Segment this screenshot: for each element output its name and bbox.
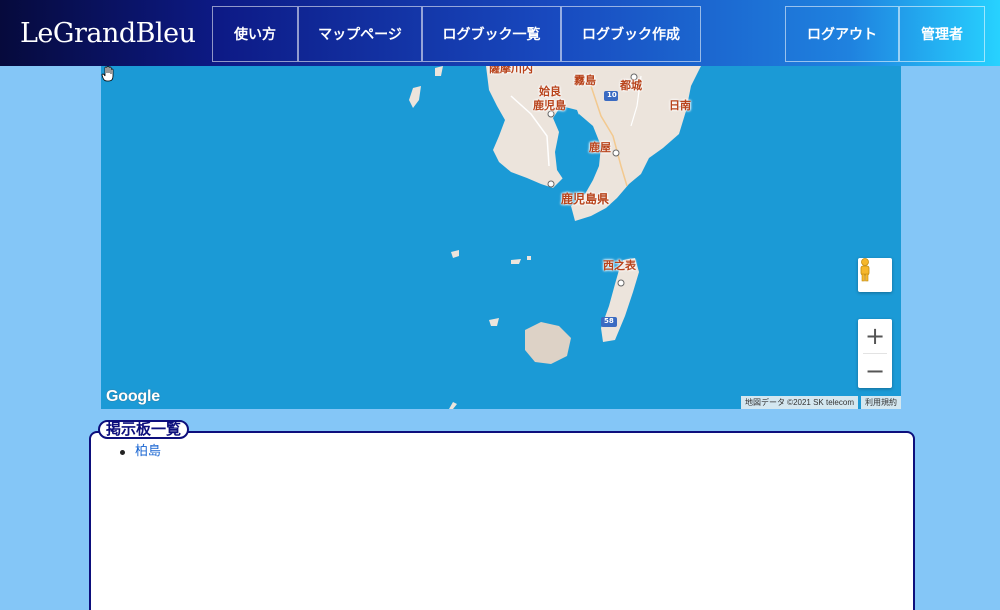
board-panel: 柏島 (89, 431, 915, 610)
board-link[interactable]: 柏島 (135, 444, 161, 460)
map-label-nichinan: 日南 (669, 99, 691, 112)
map-terrain (409, 66, 701, 409)
hand-cursor-icon (101, 66, 114, 82)
map-route-58: 58 (604, 317, 614, 325)
street-view-pegman-icon[interactable] (858, 258, 892, 292)
zoom-control: + − (858, 319, 892, 388)
map-label-satsumasendai: 薩摩川内 (489, 66, 533, 75)
map-data-credit: 地図データ ©2021 SK telecom (740, 396, 858, 409)
zoom-out-button[interactable]: − (858, 354, 892, 388)
board-list: 柏島 (120, 444, 161, 460)
board-list-item: 柏島 (120, 444, 161, 460)
nav-logbook-create[interactable]: ログブック作成 (561, 6, 701, 62)
main-nav: 使い方 マップページ ログブック一覧 ログブック作成 (212, 6, 701, 62)
nav-logbook-list[interactable]: ログブック一覧 (422, 6, 561, 62)
map-attribution: 地図データ ©2021 SK telecom 利用規約 (740, 396, 901, 409)
account-nav: ログアウト 管理者 (785, 6, 985, 62)
map-label-kagoshima: 鹿児島 (533, 99, 566, 112)
map-label-kagoshima-pref: 鹿児島県 (561, 192, 610, 206)
nav-usage[interactable]: 使い方 (212, 6, 298, 62)
map-label-kanoya: 鹿屋 (589, 141, 611, 154)
nav-logout[interactable]: ログアウト (785, 6, 899, 62)
brand-logo[interactable]: LeGrandBleu (0, 0, 212, 66)
zoom-in-button[interactable]: + (858, 319, 892, 353)
map-terms-link[interactable]: 利用規約 (861, 396, 901, 409)
map-label-miyakonojo: 都城 (620, 79, 642, 92)
map-label-kirishima: 霧島 (574, 74, 596, 87)
nav-map-page[interactable]: マップページ (298, 6, 422, 62)
google-logo: Google (106, 388, 160, 405)
map-route-10: 10 (607, 91, 617, 99)
google-map[interactable]: 薩摩川内 霧島 都城 姶良 鹿児島 日南 鹿屋 鹿児島県 西之表 10 58 G… (101, 66, 901, 409)
nav-admin[interactable]: 管理者 (899, 6, 985, 62)
board-title: 掲示板一覧 (98, 420, 190, 439)
map-label-nishinoomote: 西之表 (603, 259, 636, 272)
